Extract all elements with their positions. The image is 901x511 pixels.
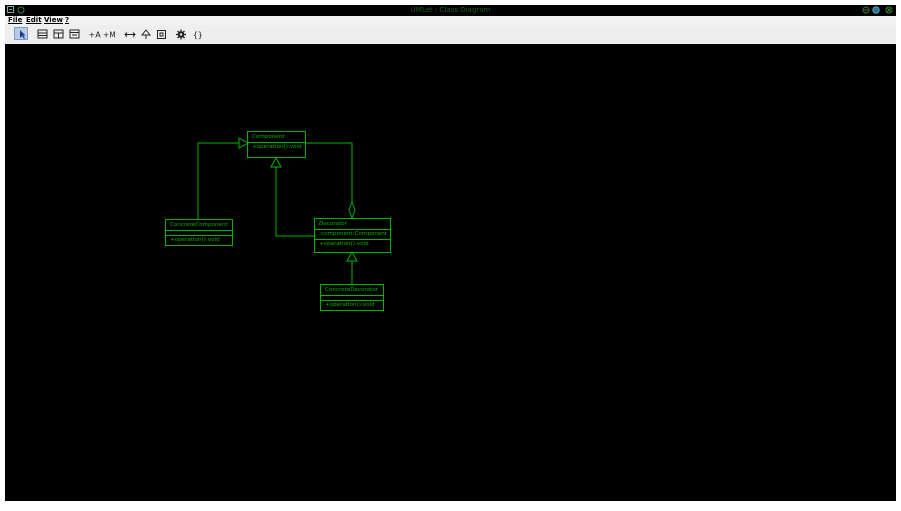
menu-file[interactable]: File — [8, 16, 22, 25]
diagram-canvas[interactable]: Component +operation():void ConcreteComp… — [5, 44, 896, 501]
braces-icon: {} — [193, 31, 203, 40]
toolbar: +A +M {} — [5, 25, 896, 45]
class-concrete-decorator[interactable]: ConcreteDecorator +operation():void — [320, 284, 384, 311]
settings-tool-button[interactable] — [173, 27, 187, 40]
class-name: Component — [252, 134, 285, 140]
maximize-icon[interactable] — [872, 6, 880, 14]
method-row: +operation():void — [166, 235, 232, 245]
add-attribute-button[interactable]: +A — [87, 27, 102, 40]
menu-edit[interactable]: Edit — [26, 16, 42, 25]
code-tool-button[interactable]: {} — [191, 27, 205, 40]
class-component[interactable]: Component +operation():void — [247, 131, 306, 158]
add-attribute-label: +A — [89, 31, 102, 40]
aggregation-line — [306, 142, 353, 202]
minimize-icon[interactable] — [862, 6, 870, 14]
method-row: +operation():void — [321, 300, 383, 310]
add-method-button[interactable]: +M — [102, 27, 116, 40]
class-name: Decorator — [319, 221, 347, 227]
menu-bar: File Edit View ? — [5, 16, 896, 25]
association-arrow-icon — [124, 32, 136, 37]
menu-help[interactable]: ? — [65, 16, 69, 25]
class-decorator[interactable]: Decorator -component:Component +operatio… — [314, 218, 391, 253]
add-abstract-class-tool-button[interactable] — [67, 27, 81, 40]
relationship-lines — [197, 137, 358, 284]
generalization-line-concrete-component — [197, 142, 239, 219]
add-class-tool-button[interactable] — [35, 27, 49, 40]
code-label: {} — [193, 31, 203, 40]
note-tool-button[interactable] — [154, 27, 168, 40]
class-concrete-component[interactable]: ConcreteComponent +operation():void — [165, 219, 233, 246]
abstract-class-icon — [69, 29, 80, 39]
method-row: +operation():void — [248, 142, 305, 152]
generalization-tool-button[interactable] — [138, 27, 152, 40]
note-icon — [157, 30, 166, 39]
menu-view[interactable]: View — [44, 16, 63, 25]
class-name: ConcreteComponent — [170, 222, 228, 228]
class-icon — [37, 29, 48, 39]
aggregation-diamond — [348, 200, 356, 220]
add-interface-tool-button[interactable] — [51, 27, 65, 40]
add-method-label: +M — [103, 31, 116, 40]
interface-icon — [53, 29, 64, 39]
generalization-line-decorator — [275, 167, 314, 237]
gear-icon — [176, 29, 186, 40]
select-tool-button[interactable] — [14, 27, 28, 40]
generalization-arrowhead-decorator — [346, 250, 358, 262]
title-bar: UMLet - Class Diagram — [5, 5, 896, 16]
add-method-icon: +M — [103, 31, 116, 40]
generalization-arrow-icon — [140, 29, 152, 39]
generalization-arrowhead-component-bottom — [270, 156, 282, 168]
class-name: ConcreteDecorator — [325, 287, 379, 293]
add-attribute-icon: +A — [89, 31, 102, 40]
window-title: UMLet - Class Diagram — [410, 6, 491, 14]
method-row: +operation():void — [315, 239, 390, 249]
close-icon[interactable] — [885, 6, 893, 14]
attribute-row: -component:Component — [315, 229, 390, 239]
association-tool-button[interactable] — [122, 27, 136, 40]
pointer-icon — [20, 30, 26, 39]
